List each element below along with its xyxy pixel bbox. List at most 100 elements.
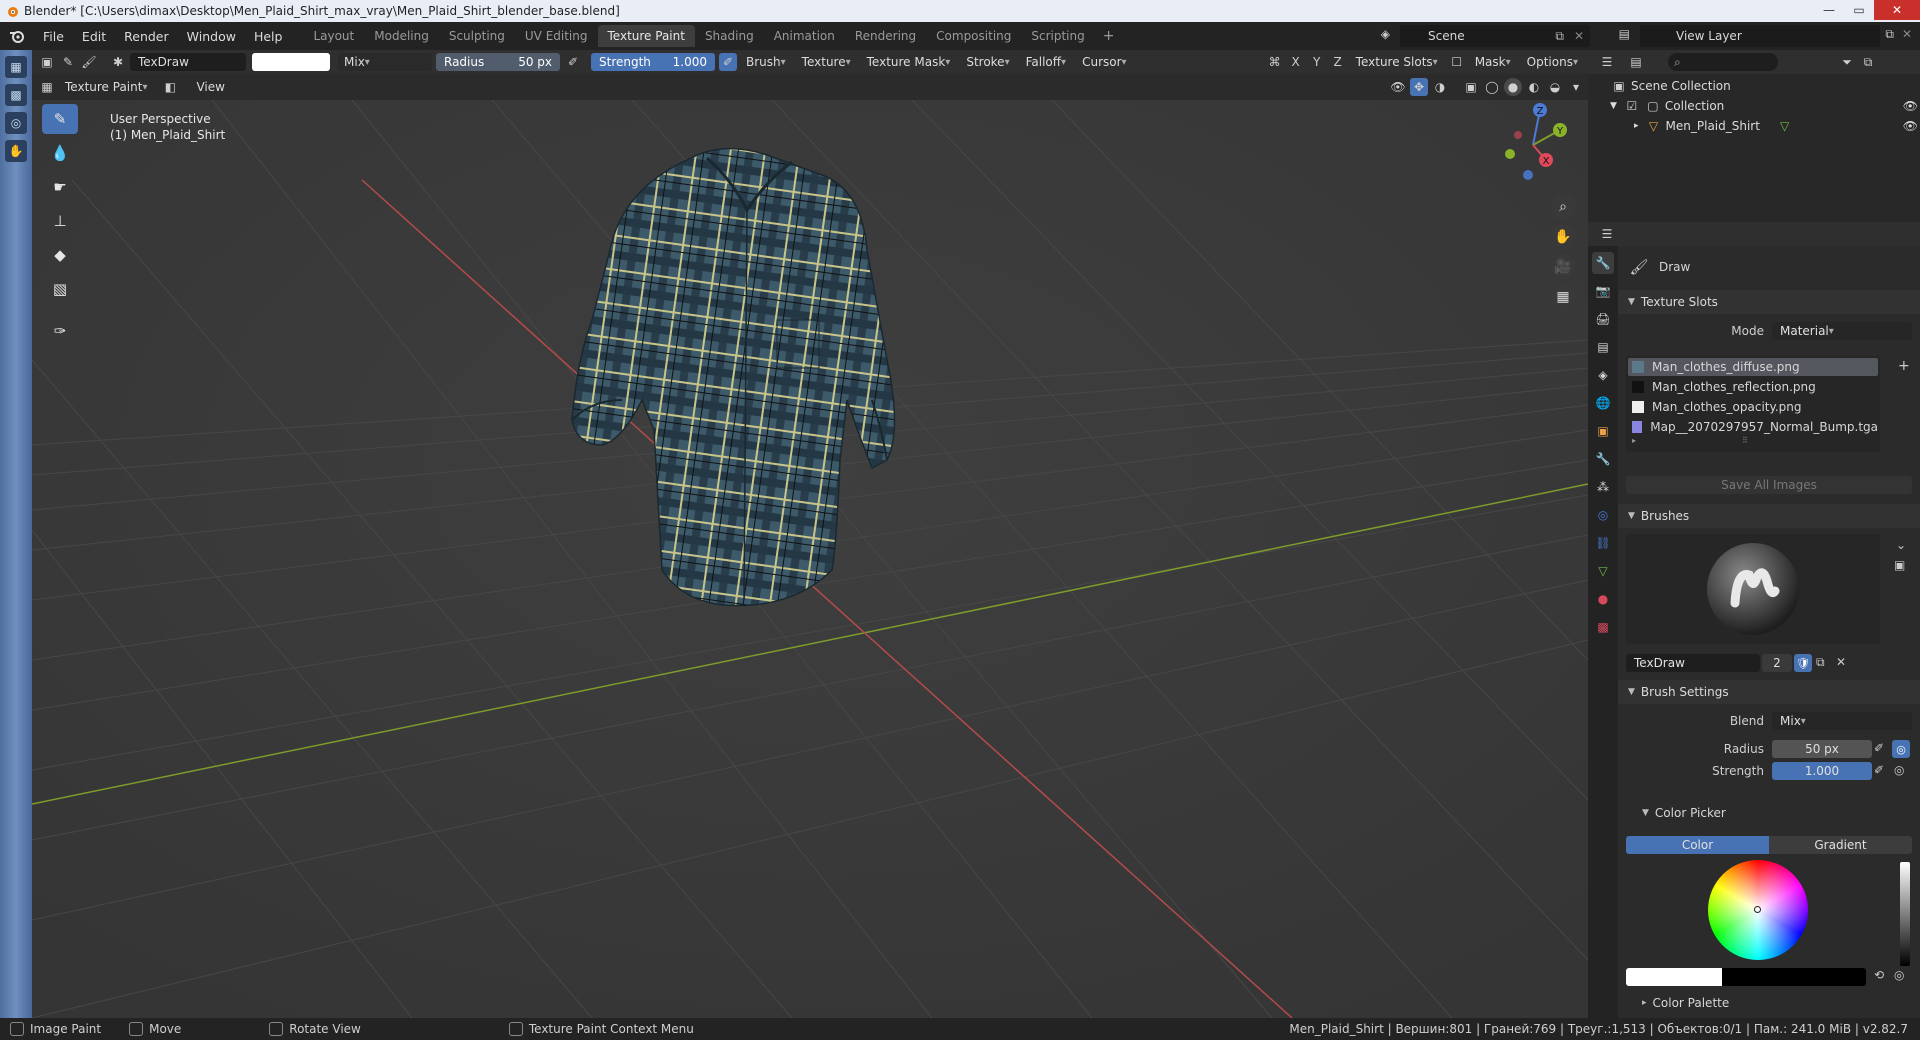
blend-dropdown[interactable]: Mix xyxy=(1772,712,1912,730)
wireframe-shading-icon[interactable]: ◯ xyxy=(1483,78,1501,96)
options-menu[interactable]: Options xyxy=(1521,53,1584,71)
fill-tool-button[interactable]: ◆ xyxy=(42,240,78,270)
strength-pressure-icon[interactable]: ✐ xyxy=(1874,763,1884,777)
brush-user-count[interactable]: 2 xyxy=(1762,654,1792,672)
chevron-down-icon[interactable]: ⌄ xyxy=(1896,538,1906,552)
gizmo-toggle-icon[interactable]: ✥ xyxy=(1410,78,1428,96)
menu-render[interactable]: Render xyxy=(115,22,178,50)
constraints-tab-icon[interactable]: ⛓ xyxy=(1592,532,1614,554)
swap-colors-icon[interactable]: ⟲ xyxy=(1874,968,1884,982)
delete-scene-icon[interactable]: ✕ xyxy=(1574,29,1584,43)
zoom-icon[interactable]: ⌕ xyxy=(1550,194,1576,220)
particles-tab-icon[interactable]: ⁂ xyxy=(1592,476,1614,498)
camera-view-icon[interactable]: 🎥 xyxy=(1550,254,1576,280)
strength-slider[interactable]: Strength 1.000 xyxy=(591,53,715,71)
rendered-shading-icon[interactable]: ◒ xyxy=(1546,78,1564,96)
mirror-x-toggle[interactable]: X xyxy=(1287,53,1305,71)
shading-options-icon[interactable]: ▾ xyxy=(1567,78,1585,96)
add-texture-slot-button[interactable]: + xyxy=(1898,358,1910,374)
tab-animation[interactable]: Animation xyxy=(764,25,845,47)
color-picker-subpanel-header[interactable]: ▼ Color Picker xyxy=(1642,806,1726,820)
material-shading-icon[interactable]: ◐ xyxy=(1525,78,1543,96)
tab-modeling[interactable]: Modeling xyxy=(364,25,439,47)
strength-unified-icon[interactable]: ◎ xyxy=(1894,763,1904,777)
outliner-collection[interactable]: ▼ ☑ ▢ Collection 👁 xyxy=(1610,96,1918,116)
texture-slot-mode-dropdown[interactable]: Material xyxy=(1772,322,1912,340)
list-expand-icon[interactable]: ▸ xyxy=(1632,436,1636,445)
tab-scripting[interactable]: Scripting xyxy=(1021,25,1094,47)
new-view-layer-icon[interactable]: ⧉ xyxy=(1885,27,1894,42)
strength-field[interactable]: 1.000 xyxy=(1772,762,1872,780)
maximize-button[interactable]: ▭ xyxy=(1844,0,1874,20)
color-palette-subpanel-header[interactable]: ▸ Color Palette xyxy=(1642,996,1729,1010)
value-slider[interactable] xyxy=(1900,862,1910,966)
pan-icon[interactable]: ✋ xyxy=(5,140,27,162)
filter-icon[interactable]: ⏷ xyxy=(1838,53,1856,71)
brush-color-swatch[interactable] xyxy=(252,53,330,71)
brush-image-icon[interactable]: ▣ xyxy=(1894,558,1905,572)
xray-icon[interactable]: ▣ xyxy=(1462,78,1480,96)
view-layer-selector[interactable]: View Layer xyxy=(1640,25,1880,47)
material-tab-icon[interactable]: ● xyxy=(1592,588,1614,610)
mesh-data-icon[interactable]: ▽ xyxy=(1780,119,1789,133)
clone-tool-button[interactable]: ⊥ xyxy=(42,206,78,236)
mode-icon[interactable]: ▩ xyxy=(5,84,27,106)
tab-shading[interactable]: Shading xyxy=(695,25,764,47)
minimize-button[interactable]: — xyxy=(1814,0,1844,20)
navigation-gizmo[interactable]: Z Y X xyxy=(1488,100,1578,190)
editor-type-icon[interactable]: ▣ xyxy=(38,53,56,71)
scene-icon[interactable]: ◈ xyxy=(1381,27,1390,41)
tab-rendering[interactable]: Rendering xyxy=(845,25,926,47)
3d-viewport[interactable]: ✎ 💧 ☛ ⊥ ◆ ▧ ✑ User Perspective (1) Men_P… xyxy=(32,100,1588,1018)
unlink-brush-icon[interactable]: ✕ xyxy=(1836,655,1846,669)
menu-help[interactable]: Help xyxy=(245,22,292,50)
add-workspace-button[interactable]: + xyxy=(1095,28,1123,44)
render-tab-icon[interactable]: 📷 xyxy=(1592,280,1614,302)
menu-window[interactable]: Window xyxy=(178,22,245,50)
outliner-search-input[interactable]: ⌕ xyxy=(1668,53,1778,71)
outliner-object-row[interactable]: ▸ ▽ Men_Plaid_Shirt ▽ 👁 xyxy=(1634,116,1918,136)
unified-color-icon[interactable]: ◎ xyxy=(1894,968,1904,982)
new-collection-icon[interactable]: ⧉ xyxy=(1859,53,1877,71)
tab-texture-paint[interactable]: Texture Paint xyxy=(597,25,695,47)
brush-settings-panel-header[interactable]: ▼ Brush Settings xyxy=(1618,680,1920,704)
active-color-swatch[interactable] xyxy=(1626,968,1866,986)
ortho-toggle-icon[interactable]: ▦ xyxy=(1550,284,1576,310)
scene-selector[interactable]: Scene ⧉ ✕ xyxy=(1400,25,1590,47)
blend-mode-dropdown[interactable]: Mix xyxy=(338,53,432,71)
brush-name-field[interactable]: TexDraw xyxy=(130,53,246,71)
tab-layout[interactable]: Layout xyxy=(303,25,364,47)
delete-view-layer-icon[interactable]: ✕ xyxy=(1902,27,1912,41)
strength-pressure-icon[interactable]: ✐ xyxy=(719,53,737,71)
mirror-y-toggle[interactable]: Y xyxy=(1308,53,1326,71)
tab-uv-editing[interactable]: UV Editing xyxy=(515,25,598,47)
editor-type-icon[interactable]: ▦ xyxy=(5,56,27,78)
tab-sculpting[interactable]: Sculpting xyxy=(439,25,515,47)
save-all-images-button[interactable]: Save All Images xyxy=(1626,476,1912,494)
texture-mask-menu[interactable]: Texture Mask xyxy=(861,53,957,71)
pan-view-icon[interactable]: ✋ xyxy=(1550,224,1576,250)
overlays-icon[interactable]: ◑ xyxy=(1431,78,1449,96)
soften-tool-button[interactable]: 💧 xyxy=(42,138,78,168)
view-menu[interactable]: View xyxy=(190,78,230,96)
mirror-z-toggle[interactable]: Z xyxy=(1329,53,1347,71)
modifier-tab-icon[interactable]: 🔧 xyxy=(1592,448,1614,470)
tool-icon[interactable]: ✎ xyxy=(59,53,77,71)
outliner-scene-collection[interactable]: ▣ Scene Collection xyxy=(1610,76,1730,96)
tab-compositing[interactable]: Compositing xyxy=(926,25,1021,47)
color-wheel[interactable] xyxy=(1708,860,1808,960)
close-button[interactable]: ✕ xyxy=(1874,0,1920,20)
texture-tab-icon[interactable]: ▩ xyxy=(1592,616,1614,638)
list-item[interactable]: Man_clothes_opacity.png xyxy=(1628,398,1878,416)
list-resize-handle[interactable]: ⠿ xyxy=(1742,436,1748,445)
display-mode-icon[interactable]: ▤ xyxy=(1627,53,1645,71)
object-tab-icon[interactable]: ▣ xyxy=(1592,420,1614,442)
radius-field[interactable]: 50 px xyxy=(1772,740,1872,758)
tool-tab-icon[interactable]: 🔧 xyxy=(1592,252,1614,274)
annotate-tool-button[interactable]: ✑ xyxy=(42,316,78,346)
new-scene-icon[interactable]: ⧉ xyxy=(1555,29,1564,44)
radius-unit-icon[interactable]: ◎ xyxy=(1892,740,1910,758)
brush-preview[interactable] xyxy=(1626,534,1880,644)
brush-menu[interactable]: Brush xyxy=(740,53,792,71)
duplicate-brush-icon[interactable]: ⧉ xyxy=(1816,655,1825,670)
